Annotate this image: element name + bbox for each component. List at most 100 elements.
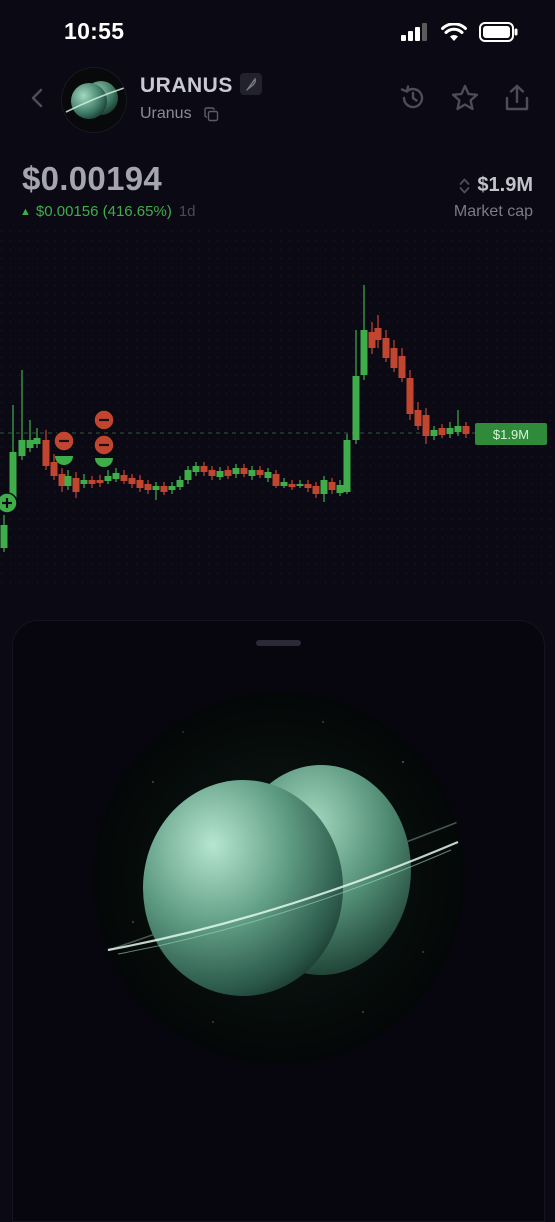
candle[interactable] xyxy=(264,472,272,478)
candle[interactable] xyxy=(296,484,304,486)
candle[interactable] xyxy=(18,440,26,456)
token-name: URANUS xyxy=(140,74,233,97)
candle[interactable] xyxy=(446,428,454,434)
share-button[interactable] xyxy=(501,82,533,114)
candle[interactable] xyxy=(224,470,232,476)
candle[interactable] xyxy=(280,482,288,486)
candle[interactable] xyxy=(288,484,296,487)
candle[interactable] xyxy=(304,484,312,488)
candle[interactable] xyxy=(430,430,438,436)
candle[interactable] xyxy=(0,525,8,548)
candle[interactable] xyxy=(382,338,390,358)
candle[interactable] xyxy=(320,480,328,494)
candle[interactable] xyxy=(352,376,360,440)
back-button[interactable] xyxy=(22,80,52,116)
candle[interactable] xyxy=(422,415,430,436)
sell-marker[interactable] xyxy=(53,430,75,452)
candle[interactable] xyxy=(64,476,72,486)
candle[interactable] xyxy=(104,476,112,481)
candle[interactable] xyxy=(256,470,264,475)
candle[interactable] xyxy=(374,328,382,340)
history-icon xyxy=(400,85,424,109)
star-icon xyxy=(451,84,479,111)
candle[interactable] xyxy=(96,480,104,483)
candle[interactable] xyxy=(88,480,96,484)
candle[interactable] xyxy=(272,474,280,486)
uranus-planet-image xyxy=(93,692,465,1064)
price-tag: $1.9M xyxy=(475,423,547,445)
chart-grid xyxy=(0,230,555,590)
candle[interactable] xyxy=(184,470,192,480)
candle[interactable] xyxy=(160,486,168,492)
price-tag-label: $1.9M xyxy=(493,427,529,442)
candle[interactable] xyxy=(168,486,176,490)
status-bar: 10:55 xyxy=(0,0,555,66)
status-time: 10:55 xyxy=(64,18,125,44)
candle[interactable] xyxy=(200,466,208,472)
triangle-up-icon: ▲ xyxy=(20,205,31,218)
token-avatar xyxy=(62,68,126,132)
buy-marker[interactable] xyxy=(0,492,18,514)
candle[interactable] xyxy=(248,470,256,476)
wifi-icon xyxy=(441,22,467,41)
candle[interactable] xyxy=(128,478,136,484)
candle[interactable] xyxy=(390,348,398,368)
sort-toggle-icon xyxy=(460,178,470,193)
candle[interactable] xyxy=(328,482,336,490)
candle[interactable] xyxy=(50,462,58,476)
candle[interactable] xyxy=(152,486,160,490)
candle[interactable] xyxy=(72,478,80,492)
status-icons xyxy=(401,22,519,42)
sell-marker[interactable] xyxy=(93,434,115,456)
feather-icon xyxy=(246,77,256,91)
candle[interactable] xyxy=(454,426,462,432)
candle[interactable] xyxy=(240,468,248,474)
market-cap-label: Market cap xyxy=(453,203,533,220)
candle[interactable] xyxy=(414,410,422,426)
sell-marker[interactable] xyxy=(93,409,115,431)
candle[interactable] xyxy=(216,471,224,477)
price-change: ▲ $0.00156 (416.65%) 1d xyxy=(20,203,196,220)
favorite-button[interactable] xyxy=(449,82,481,114)
candlestick-chart[interactable]: $1.9M xyxy=(0,230,555,590)
chevron-left-icon xyxy=(31,88,43,108)
candle[interactable] xyxy=(144,484,152,490)
market-cap-value: $1.9M xyxy=(477,174,533,196)
current-price: $0.00194 xyxy=(22,160,163,197)
candle[interactable] xyxy=(192,466,200,472)
candle[interactable] xyxy=(120,475,128,481)
price-change-period: 1d xyxy=(178,203,196,220)
bottom-sheet[interactable] xyxy=(12,620,545,1222)
candle[interactable] xyxy=(368,332,376,348)
signal-icon xyxy=(401,23,427,41)
token-image xyxy=(93,692,465,1064)
copy-icon[interactable] xyxy=(204,107,219,122)
market-cap-toggle[interactable]: $1.9M xyxy=(459,174,533,197)
battery-icon xyxy=(479,22,518,42)
sheet-handle[interactable] xyxy=(256,640,301,646)
candle[interactable] xyxy=(360,330,368,375)
candle[interactable] xyxy=(438,428,446,435)
candle[interactable] xyxy=(26,440,34,448)
candle[interactable] xyxy=(343,440,351,492)
candle[interactable] xyxy=(312,486,320,494)
token-header: URANUS Uranus xyxy=(0,66,555,136)
uranus-avatar-image xyxy=(62,68,126,132)
candle[interactable] xyxy=(232,468,240,474)
candle[interactable] xyxy=(208,470,216,476)
candle[interactable] xyxy=(112,473,120,479)
candle[interactable] xyxy=(80,480,88,484)
token-subtitle: Uranus xyxy=(140,105,192,122)
candle[interactable] xyxy=(406,378,414,414)
share-icon xyxy=(505,84,529,111)
candle[interactable] xyxy=(42,440,50,466)
candle[interactable] xyxy=(336,485,344,493)
candle[interactable] xyxy=(398,356,406,378)
candle[interactable] xyxy=(462,426,470,434)
candle[interactable] xyxy=(33,438,41,444)
candle[interactable] xyxy=(136,480,144,488)
candle[interactable] xyxy=(176,480,184,487)
candle[interactable] xyxy=(58,474,66,486)
edit-button[interactable] xyxy=(240,73,262,95)
history-button[interactable] xyxy=(397,82,429,114)
